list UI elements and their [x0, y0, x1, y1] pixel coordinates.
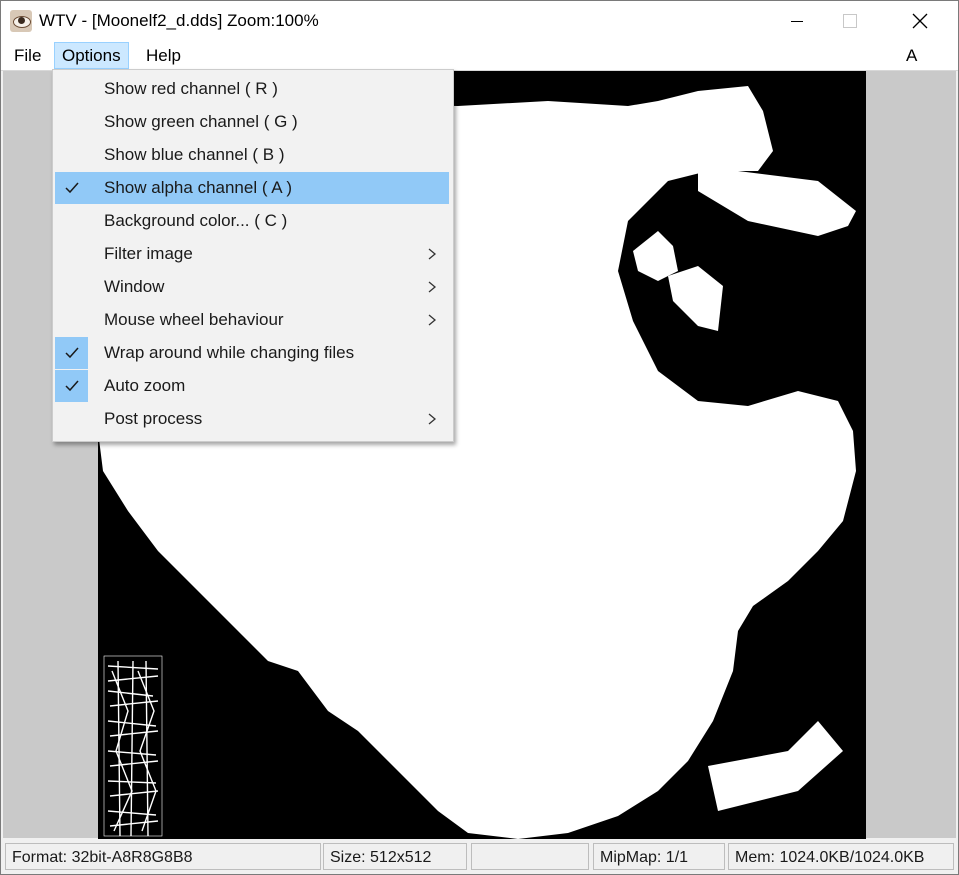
menu-item-filter-image[interactable]: Filter image: [55, 238, 449, 270]
chevron-right-icon: [428, 281, 437, 293]
title-bar[interactable]: WTV - [Moonelf2_d.dds] Zoom:100%: [1, 1, 958, 41]
menu-help[interactable]: Help: [139, 43, 188, 68]
menu-item-label: Mouse wheel behaviour: [104, 310, 284, 329]
menu-item-label: Show alpha channel ( A ): [104, 178, 293, 197]
maximize-icon: [843, 14, 857, 28]
chevron-right-icon: [428, 413, 437, 425]
menu-item-window[interactable]: Window: [55, 271, 449, 303]
menu-item-label: Wrap around while changing files: [104, 343, 355, 362]
chevron-right-icon: [428, 248, 437, 260]
menu-item-background-color[interactable]: Background color... ( C ): [55, 205, 449, 237]
menu-item-wrap-around[interactable]: Wrap around while changing files: [55, 337, 449, 369]
menu-item-label: Filter image: [104, 244, 193, 263]
close-button[interactable]: [897, 1, 943, 41]
eye-app-icon[interactable]: [10, 10, 32, 32]
menu-item-label: Background color... ( C ): [104, 211, 288, 230]
status-bar: Format: 32bit-A8R8G8B8 Size: 512x512 Mip…: [1, 840, 958, 874]
status-memory: Mem: 1024.0KB/1024.0KB: [728, 843, 954, 870]
menu-item-mouse-wheel-behaviour[interactable]: Mouse wheel behaviour: [55, 304, 449, 336]
menu-item-show-blue-channel[interactable]: Show blue channel ( B ): [55, 139, 449, 171]
channel-indicator: A: [906, 46, 918, 65]
menu-item-label: Show blue channel ( B ): [104, 145, 285, 164]
menu-item-show-alpha-channel[interactable]: Show alpha channel ( A ): [55, 172, 449, 204]
chevron-right-icon: [428, 314, 437, 326]
options-dropdown-menu: Show red channel ( R ) Show green channe…: [52, 69, 454, 442]
status-format: Format: 32bit-A8R8G8B8: [5, 843, 321, 870]
checkmark-icon: [55, 337, 88, 369]
status-empty-panel: [471, 843, 589, 870]
menu-item-label: Show green channel ( G ): [104, 112, 298, 131]
minimize-button[interactable]: [774, 1, 820, 41]
close-icon: [912, 13, 928, 29]
checkmark-icon: [55, 172, 88, 204]
maximize-button[interactable]: [827, 1, 873, 41]
minimize-icon: [791, 20, 803, 22]
menu-item-label: Window: [104, 277, 165, 296]
menu-item-auto-zoom[interactable]: Auto zoom: [55, 370, 449, 402]
menu-bar: File Options Help A: [1, 41, 958, 71]
menu-item-label: Post process: [104, 409, 203, 428]
menu-item-show-green-channel[interactable]: Show green channel ( G ): [55, 106, 449, 138]
menu-item-label: Show red channel ( R ): [104, 79, 278, 98]
status-mipmap: MipMap: 1/1: [593, 843, 725, 870]
menu-file[interactable]: File: [7, 43, 48, 68]
menu-item-post-process[interactable]: Post process: [55, 403, 449, 435]
menu-options[interactable]: Options: [54, 42, 129, 69]
menu-item-show-red-channel[interactable]: Show red channel ( R ): [55, 73, 449, 105]
status-size: Size: 512x512: [323, 843, 467, 870]
window-title: WTV - [Moonelf2_d.dds] Zoom:100%: [39, 11, 319, 30]
menu-item-label: Auto zoom: [104, 376, 186, 395]
checkmark-icon: [55, 370, 88, 402]
